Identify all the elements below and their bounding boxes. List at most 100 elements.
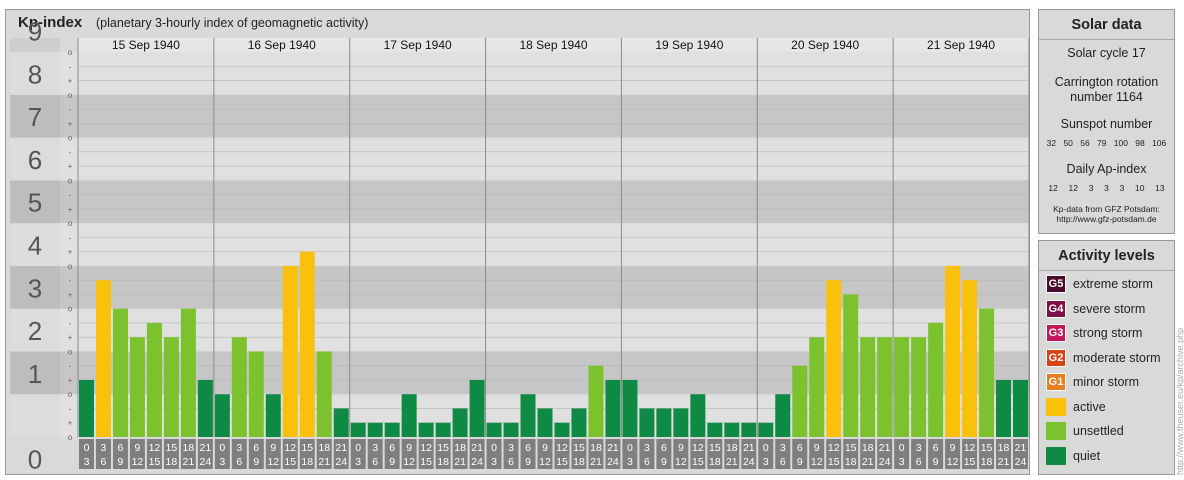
kp-bar <box>639 408 655 437</box>
legend-item: G5 extreme storm <box>1046 275 1153 293</box>
legend-swatch: G5 <box>1046 275 1066 293</box>
interval-end-label: 24 <box>743 456 755 468</box>
interval-end-label: 21 <box>454 456 466 468</box>
legend-item: G2 moderate storm <box>1046 348 1161 367</box>
interval-start-label: 6 <box>797 442 803 454</box>
interval-end-label: 24 <box>200 456 212 468</box>
sunspot-value: 56 <box>1080 138 1090 148</box>
interval-end-label: 15 <box>692 456 704 468</box>
interval-start-label: 15 <box>301 442 313 454</box>
interval-start-label: 9 <box>678 442 684 454</box>
interval-start-label: 9 <box>950 442 956 454</box>
day-label: 15 Sep 1940 <box>112 38 180 52</box>
legend-label: moderate storm <box>1073 350 1161 365</box>
interval-start-label: 21 <box>1015 442 1027 454</box>
kp-bar <box>894 337 910 437</box>
minor-tick-mark: - <box>69 319 72 328</box>
y-tick-label: 1 <box>28 359 42 389</box>
kp-bar <box>877 337 893 437</box>
interval-end-label: 15 <box>420 456 432 468</box>
interval-end-label: 6 <box>916 456 922 468</box>
source-note-link[interactable]: http://www.gfz-potsdam.de <box>1039 214 1174 224</box>
ap-index-title: Daily Ap-index <box>1066 162 1147 176</box>
legend-swatch <box>1046 397 1066 416</box>
minor-tick-mark: o <box>68 48 73 57</box>
kp-bar <box>367 422 383 437</box>
kp-bar <box>758 422 774 437</box>
credit-url[interactable]: http://www.theuser.eu/kp/archive.php <box>1175 245 1184 475</box>
interval-end-label: 9 <box>118 456 124 468</box>
minor-tick-mark: o <box>68 219 73 228</box>
legend-item: active <box>1046 397 1106 416</box>
source-note-line1: Kp-data from GFZ Potsdam: <box>1053 204 1160 214</box>
legend-label: unsettled <box>1073 424 1124 438</box>
interval-end-label: 24 <box>607 456 619 468</box>
minor-tick-mark: - <box>69 62 72 71</box>
day-label: 18 Sep 1940 <box>519 38 587 52</box>
interval-end-label: 18 <box>166 456 178 468</box>
legend-label: severe storm <box>1073 301 1146 316</box>
interval-start-label: 9 <box>814 442 820 454</box>
kp-bar <box>435 422 451 437</box>
interval-end-label: 6 <box>780 456 786 468</box>
minor-tick-mark: o <box>68 347 73 356</box>
activity-levels-title: Activity levels <box>1039 241 1174 271</box>
sunspot-values: 32 50 56 79 100 98 106 <box>1039 138 1174 148</box>
ap-value: 3 <box>1119 183 1125 193</box>
y-tick-label: 0 <box>28 444 42 474</box>
kp-bar <box>911 337 927 437</box>
kp-bar <box>520 394 536 437</box>
kp-bar <box>571 408 587 437</box>
interval-start-label: 3 <box>780 442 786 454</box>
minor-tick-mark: + <box>68 333 73 342</box>
interval-end-label: 21 <box>318 456 330 468</box>
ap-value: 3 <box>1104 183 1109 193</box>
interval-start-label: 6 <box>118 442 124 454</box>
interval-start-label: 0 <box>627 442 633 454</box>
interval-start-label: 18 <box>454 442 466 454</box>
kp-bar <box>826 280 842 437</box>
interval-start-label: 21 <box>879 442 891 454</box>
y-tick-label: 4 <box>28 231 42 261</box>
interval-start-label: 12 <box>964 442 976 454</box>
carrington-rotation-line1: Carrington rotation <box>1054 75 1159 89</box>
sunspot-value: 98 <box>1135 138 1145 148</box>
kp-bar <box>214 394 230 437</box>
interval-start-label: 15 <box>709 442 721 454</box>
interval-start-label: 18 <box>862 442 874 454</box>
kp-bar <box>792 365 808 437</box>
kp-bar <box>350 422 366 437</box>
y-tick-label: 9 <box>28 17 42 47</box>
interval-end-label: 6 <box>372 456 378 468</box>
kp-bar <box>860 337 876 437</box>
interval-start-label: 6 <box>661 442 667 454</box>
interval-start-label: 12 <box>692 442 704 454</box>
interval-end-label: 21 <box>998 456 1010 468</box>
interval-end-label: 12 <box>811 456 823 468</box>
kp-bar <box>146 322 162 437</box>
kp-bar <box>265 394 281 437</box>
interval-start-label: 3 <box>644 442 650 454</box>
kp-bar <box>588 365 604 437</box>
kp-bar <box>656 408 672 437</box>
kp-band <box>10 223 1029 266</box>
sunspot-value: 106 <box>1152 138 1167 148</box>
kp-bar <box>282 265 298 437</box>
legend-swatch <box>1046 422 1066 440</box>
kp-bar <box>724 422 740 437</box>
interval-end-label: 3 <box>84 456 90 468</box>
legend-item: G3 strong storm <box>1046 324 1142 342</box>
kp-bar <box>299 251 315 437</box>
minor-tick-mark: + <box>68 205 73 214</box>
kp-number-tile <box>10 394 60 437</box>
kp-band <box>10 52 1029 95</box>
interval-end-label: 24 <box>335 456 347 468</box>
interval-end-label: 21 <box>862 456 874 468</box>
y-tick-label: 7 <box>28 102 42 132</box>
kp-bar <box>452 408 468 437</box>
minor-tick-mark: - <box>69 105 72 114</box>
interval-start-label: 18 <box>318 442 330 454</box>
kp-band <box>10 308 1029 352</box>
minor-tick-mark: - <box>69 148 72 157</box>
interval-end-label: 9 <box>933 456 939 468</box>
